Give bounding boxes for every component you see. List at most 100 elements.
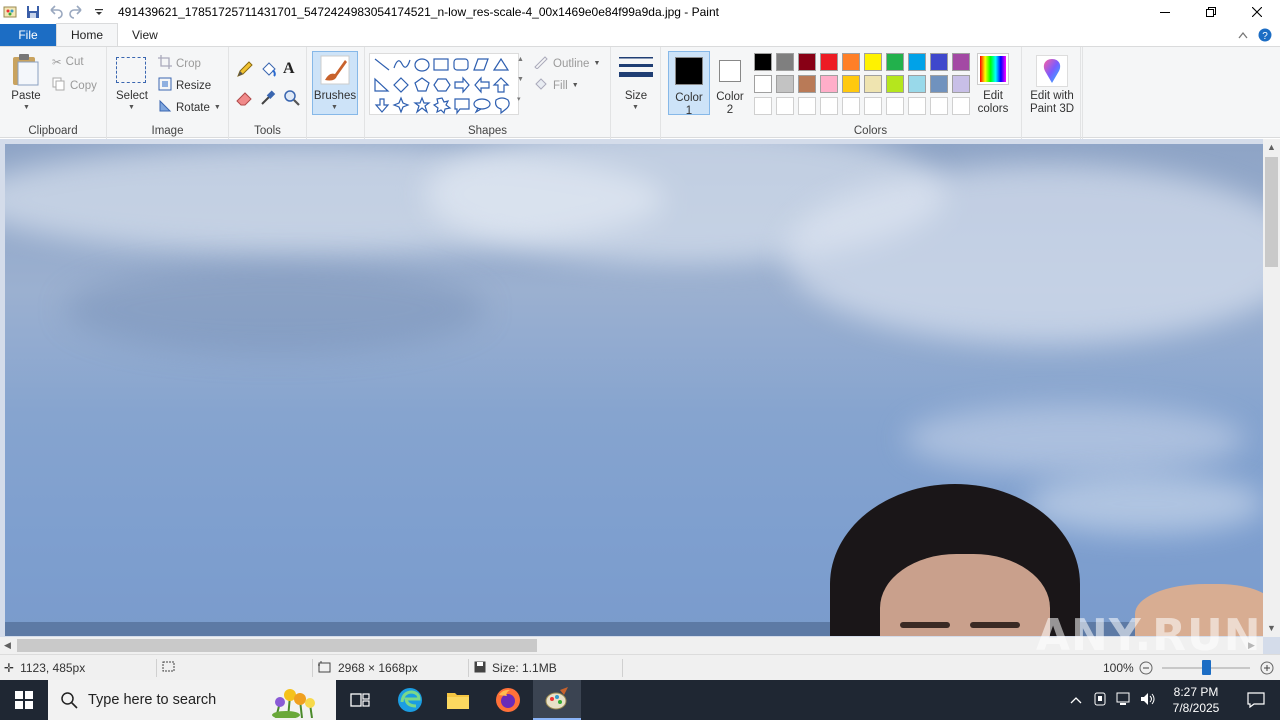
- shapes-scroll-icon[interactable]: ▲ ▼ ▾: [517, 55, 524, 105]
- custom-color-slot[interactable]: [930, 97, 948, 115]
- custom-color-slot[interactable]: [952, 97, 970, 115]
- save-icon[interactable]: [22, 1, 44, 23]
- custom-color-slot[interactable]: [842, 97, 860, 115]
- palette-swatch[interactable]: [952, 53, 970, 71]
- fill-bucket-icon[interactable]: [259, 61, 277, 82]
- select-dropdown-icon[interactable]: ▼: [128, 104, 135, 111]
- palette-swatch[interactable]: [776, 75, 794, 93]
- paint-app-icon[interactable]: [0, 1, 22, 23]
- minimize-button[interactable]: [1142, 0, 1188, 24]
- help-icon[interactable]: ?: [1258, 28, 1272, 45]
- customize-qat-icon[interactable]: [88, 1, 110, 23]
- start-button[interactable]: [0, 680, 48, 720]
- paint3d-icon[interactable]: [1036, 55, 1068, 87]
- edit-colors-icon[interactable]: [977, 53, 1009, 85]
- horizontal-scroll-thumb[interactable]: [17, 639, 537, 652]
- tab-view[interactable]: View: [118, 24, 172, 46]
- zoom-in-icon[interactable]: [1260, 661, 1274, 678]
- resize-button[interactable]: Resize: [158, 77, 211, 94]
- restore-button[interactable]: [1188, 0, 1234, 24]
- taskbar-file-explorer[interactable]: [434, 680, 482, 720]
- scroll-left-icon[interactable]: ◀: [4, 640, 11, 651]
- notifications-button[interactable]: [1232, 680, 1280, 720]
- show-hidden-icons[interactable]: [1064, 693, 1088, 707]
- palette-swatch[interactable]: [842, 75, 860, 93]
- custom-color-slot[interactable]: [820, 97, 838, 115]
- taskbar-clock[interactable]: 8:27 PM 7/8/2025: [1160, 684, 1232, 716]
- custom-color-slot[interactable]: [798, 97, 816, 115]
- pencil-icon[interactable]: [235, 61, 253, 82]
- edit-paint3d-line2[interactable]: Paint 3D: [1022, 103, 1082, 116]
- select-button[interactable]: Select: [109, 90, 155, 103]
- paste-dropdown-icon[interactable]: ▼: [23, 104, 30, 111]
- palette-swatch[interactable]: [842, 53, 860, 71]
- custom-color-slot[interactable]: [886, 97, 904, 115]
- custom-color-slot[interactable]: [864, 97, 882, 115]
- color2-button[interactable]: Color 2: [710, 51, 752, 116]
- size-dropdown-icon[interactable]: ▼: [632, 104, 639, 111]
- line-size-icon[interactable]: [619, 55, 653, 86]
- scroll-down-icon[interactable]: ▼: [1267, 623, 1276, 633]
- edit-colors-line1[interactable]: Edit: [973, 90, 1013, 103]
- cut-button[interactable]: ✂ Cut: [52, 55, 84, 69]
- edit-colors-line2[interactable]: colors: [973, 103, 1013, 116]
- palette-swatch[interactable]: [820, 53, 838, 71]
- close-button[interactable]: [1234, 0, 1280, 24]
- palette-swatch[interactable]: [798, 75, 816, 93]
- palette-swatch[interactable]: [864, 75, 882, 93]
- palette-swatch[interactable]: [930, 75, 948, 93]
- text-icon[interactable]: A: [283, 60, 295, 78]
- task-view-button[interactable]: [336, 680, 384, 720]
- collapse-ribbon-icon[interactable]: [1238, 28, 1248, 45]
- taskbar-search-box[interactable]: Type here to search: [48, 680, 336, 720]
- palette-swatch[interactable]: [908, 75, 926, 93]
- palette-swatch[interactable]: [952, 75, 970, 93]
- custom-color-slot[interactable]: [908, 97, 926, 115]
- select-icon[interactable]: [116, 57, 146, 83]
- color-picker-icon[interactable]: [259, 89, 277, 110]
- paint-taskbar-icon: [545, 687, 568, 710]
- zoom-out-icon[interactable]: [1139, 661, 1153, 678]
- palette-swatch[interactable]: [754, 53, 772, 71]
- redo-icon[interactable]: [66, 1, 88, 23]
- tab-file[interactable]: File: [0, 24, 56, 46]
- palette-swatch[interactable]: [798, 53, 816, 71]
- device-tray-icon[interactable]: [1088, 692, 1112, 709]
- volume-icon[interactable]: [1136, 692, 1160, 709]
- scroll-up-icon[interactable]: ▲: [1267, 142, 1276, 152]
- taskbar-firefox[interactable]: [484, 680, 532, 720]
- palette-swatch[interactable]: [864, 53, 882, 71]
- vertical-scrollbar[interactable]: ▲ ▼: [1263, 139, 1280, 637]
- shapes-gallery[interactable]: [369, 53, 519, 115]
- custom-color-slot[interactable]: [754, 97, 772, 115]
- rotate-dropdown-icon[interactable]: ▼: [214, 104, 221, 111]
- image-canvas[interactable]: [5, 144, 1263, 636]
- undo-icon[interactable]: [44, 1, 66, 23]
- custom-color-slot[interactable]: [776, 97, 794, 115]
- palette-swatch[interactable]: [776, 53, 794, 71]
- eraser-icon[interactable]: [235, 89, 253, 110]
- palette-swatch[interactable]: [754, 75, 772, 93]
- palette-swatch[interactable]: [930, 53, 948, 71]
- palette-swatch[interactable]: [820, 75, 838, 93]
- edit-paint3d-line1[interactable]: Edit with: [1022, 90, 1082, 103]
- palette-swatch[interactable]: [886, 53, 904, 71]
- paste-icon[interactable]: [10, 53, 42, 90]
- palette-swatch[interactable]: [908, 53, 926, 71]
- size-button[interactable]: Size: [611, 90, 661, 103]
- fill-button[interactable]: Fill ▼: [533, 77, 579, 94]
- zoom-slider-thumb[interactable]: [1202, 660, 1211, 675]
- tab-home[interactable]: Home: [56, 23, 119, 46]
- crop-button[interactable]: Crop: [158, 55, 201, 72]
- rotate-button[interactable]: Rotate ▼: [158, 99, 221, 116]
- taskbar-edge[interactable]: [386, 680, 434, 720]
- color1-button[interactable]: Color 1: [668, 51, 710, 117]
- copy-button[interactable]: Copy: [52, 77, 97, 94]
- magnifier-icon[interactable]: [283, 89, 301, 110]
- paste-button[interactable]: Paste: [4, 90, 48, 103]
- outline-button[interactable]: Outline ▼: [533, 55, 600, 72]
- vertical-scroll-thumb[interactable]: [1265, 157, 1278, 267]
- palette-swatch[interactable]: [886, 75, 904, 93]
- taskbar-paint[interactable]: [533, 680, 581, 720]
- network-icon[interactable]: [1112, 692, 1136, 709]
